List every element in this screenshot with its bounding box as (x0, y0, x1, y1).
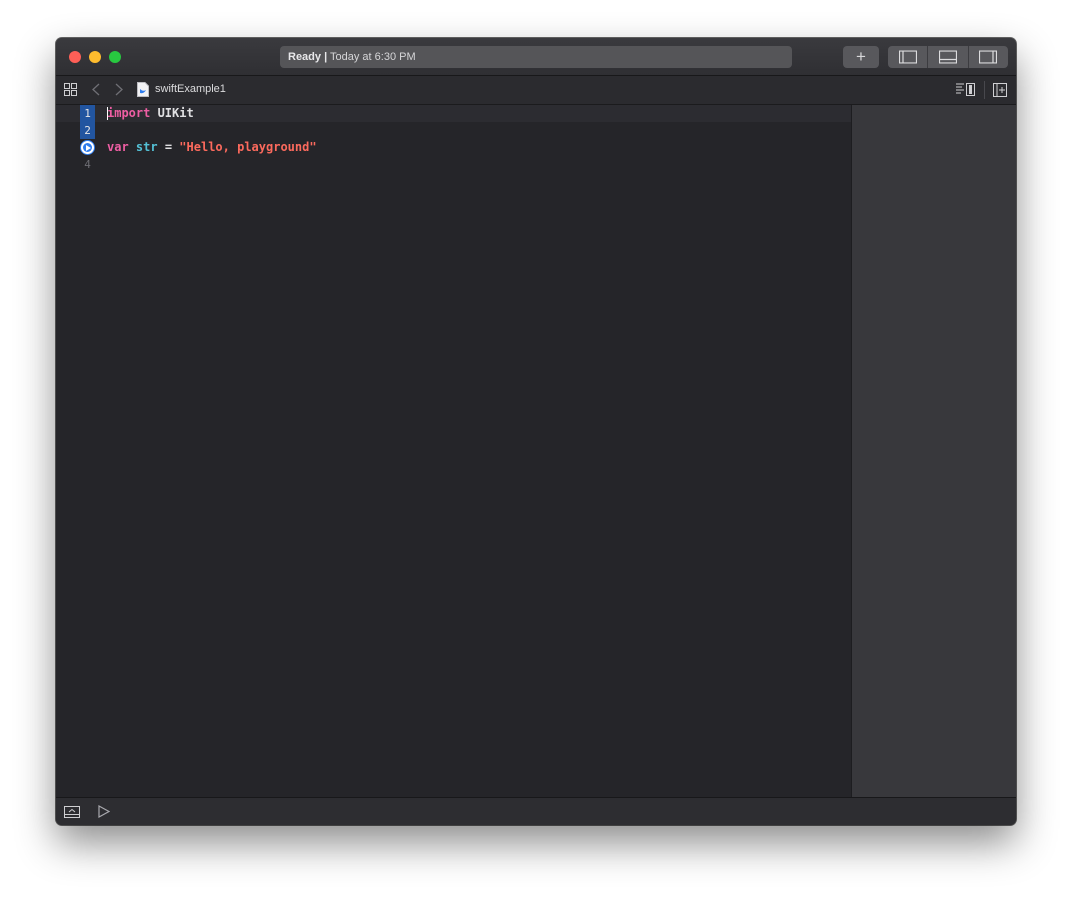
swift-file-icon (137, 82, 149, 97)
line-number-2[interactable]: 2 (80, 122, 95, 139)
module-token: UIKit (150, 106, 194, 120)
code-line-4[interactable]: 4 (56, 156, 851, 173)
related-items-grid-icon[interactable] (64, 83, 77, 96)
string-token: "Hello, playground" (179, 140, 317, 154)
bottom-panel-icon (938, 50, 957, 64)
minimize-button[interactable] (89, 51, 101, 63)
activity-status: Ready | Today at 6:30 PM (280, 46, 792, 68)
back-chevron-icon[interactable] (92, 83, 100, 96)
right-panel-icon (979, 50, 998, 64)
results-sidebar (851, 105, 1016, 797)
panel-toggle-group (888, 46, 1008, 68)
jump-bar: swiftExample1 (56, 76, 1016, 105)
add-button[interactable]: + (843, 46, 879, 68)
code-text-1: import UIKit (107, 105, 194, 122)
operator-token: = (157, 140, 180, 154)
code-text-3: var str = "Hello, playground" (107, 139, 317, 156)
forward-chevron-icon[interactable] (115, 83, 123, 96)
play-icon (86, 145, 91, 151)
status-time: Today at 6:30 PM (330, 51, 416, 63)
code-line-3[interactable]: var str = "Hello, playground" (56, 139, 851, 156)
add-editor-icon[interactable] (993, 83, 1007, 97)
identifier-token: str (135, 140, 158, 154)
plus-icon: + (856, 47, 866, 66)
code-line-1[interactable]: 1 import UIKit (56, 105, 851, 122)
toggle-inspector-button[interactable] (969, 46, 1008, 68)
status-state: Ready | (288, 51, 328, 63)
show-debug-area-icon[interactable] (64, 806, 80, 818)
minimap-toggle-icon[interactable] (956, 83, 975, 96)
line-number-1[interactable]: 1 (80, 105, 95, 122)
run-line-button[interactable] (80, 140, 95, 155)
titlebar: Ready | Today at 6:30 PM + (56, 38, 1016, 76)
zoom-button[interactable] (109, 51, 121, 63)
text-cursor (107, 107, 108, 120)
keyword-token: import (107, 106, 151, 120)
breadcrumb-filename[interactable]: swiftExample1 (155, 83, 226, 95)
run-playground-icon[interactable] (98, 805, 110, 818)
toggle-debug-area-button[interactable] (928, 46, 969, 68)
left-panel-icon (898, 50, 917, 64)
code-line-2[interactable]: 2 (56, 122, 851, 139)
source-editor[interactable]: 1 import UIKit 2 var str = "Hello, playg… (56, 105, 851, 797)
line-number-4[interactable]: 4 (80, 156, 95, 173)
jumpbar-divider (984, 81, 985, 99)
close-button[interactable] (69, 51, 81, 63)
debug-bar (56, 797, 1016, 825)
toggle-navigator-button[interactable] (888, 46, 929, 68)
playground-window: Ready | Today at 6:30 PM + swiftExample1… (56, 38, 1016, 825)
keyword-token: var (107, 140, 129, 154)
